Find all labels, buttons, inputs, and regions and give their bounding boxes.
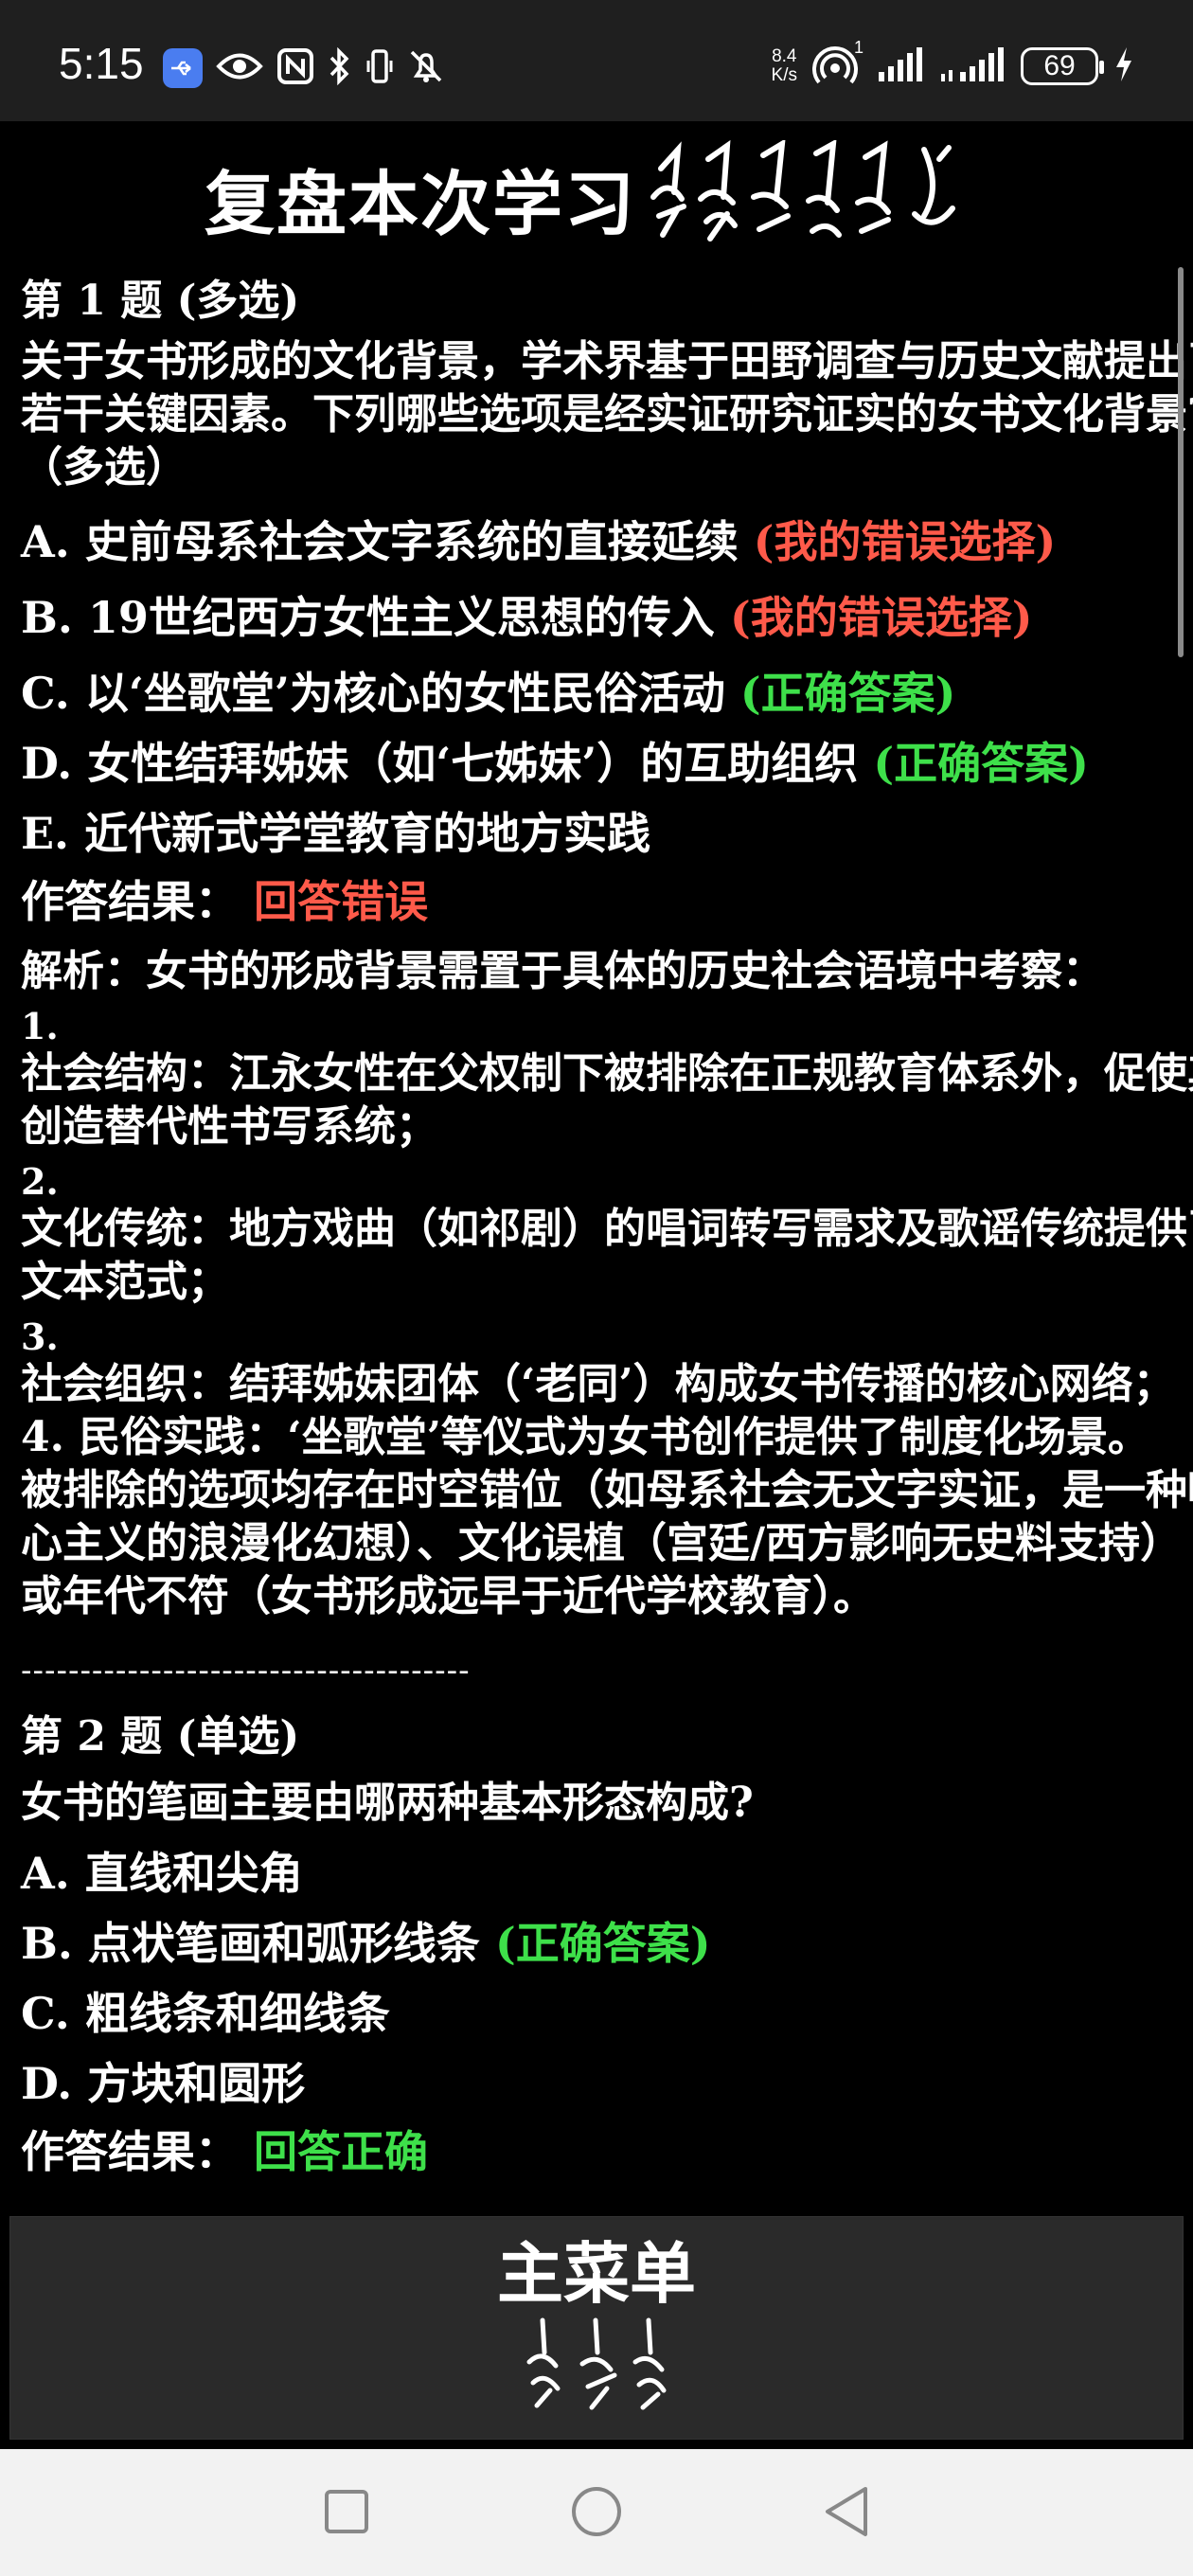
option-d: D. 女性结拜姊妹（如‘七姊妹’）的互助组织 (正确答案) <box>21 737 1193 790</box>
analysis-line: 文化传统：地方戏曲（如祁剧）的唱词转写需求及歌谣传统提供了 <box>21 1205 1193 1253</box>
option-text: E. 近代新式学堂教育的地方实践 <box>21 808 651 859</box>
analysis-number: 2. <box>21 1160 59 1203</box>
answer-result: 作答结果： 回答错误 <box>21 875 1193 928</box>
analysis-line: 创造替代性书写系统； <box>21 1102 437 1151</box>
battery-level: 69 <box>1043 50 1076 81</box>
option-text: D. 女性结拜姊妹（如‘七姊妹’）的互助组织 <box>21 738 859 789</box>
analysis-line: 文本范式； <box>21 1258 229 1306</box>
question-divider: -------------------------------------- <box>21 1652 471 1690</box>
option-c: C. 以‘坐歌堂’为核心的女性民俗活动 (正确答案) <box>21 667 1193 720</box>
hotspot-count: 1 <box>853 38 864 57</box>
question-stem-line: 若干关键因素。下列哪些选项是经实证研究证实的女书文化背景? <box>21 390 1193 438</box>
status-bar: 5:15 8.4 K/s 1 69 <box>0 0 1193 121</box>
result-value: 回答正确 <box>254 2126 429 2177</box>
option-text: C. 粗线条和细线条 <box>21 1988 390 2039</box>
status-icons-right: 8.4 K/s 1 69 <box>771 38 1134 91</box>
network-speed: 8.4 K/s <box>771 46 797 85</box>
question-stem-line: 关于女书形成的文化背景，学术界基于田野调查与历史文献提出了 <box>21 337 1193 385</box>
analysis-line: 社会结构：江永女性在父权制下被排除在正规教育体系外，促使其 <box>21 1049 1193 1098</box>
vibrate-icon <box>365 47 394 89</box>
navigation-bar <box>0 2449 1193 2576</box>
main-menu-label: 主菜单 <box>497 2234 696 2313</box>
nushu-menu-glyphs <box>516 2315 677 2423</box>
nushu-title-glyphs <box>640 138 981 248</box>
back-icon[interactable] <box>812 2478 881 2546</box>
option-text: C. 以‘坐歌堂’为核心的女性民俗活动 <box>21 668 725 719</box>
result-value: 回答错误 <box>254 876 429 927</box>
option-e: E. 近代新式学堂教育的地方实践 <box>21 807 1193 860</box>
signal-icon <box>877 45 924 87</box>
option-a: A. 直线和尖角 <box>21 1847 1193 1900</box>
bluetooth-icon <box>328 46 352 89</box>
header: 复盘本次学习 <box>0 121 1193 263</box>
correct-answer-tag: (正确答案) <box>739 668 956 719</box>
status-icons-left <box>163 45 445 91</box>
analysis-conclusion-line: 心主义的浪漫化幻想）、文化误植（宫廷/西方影响无史料支持） <box>21 1519 1183 1567</box>
my-wrong-choice-tag: (我的错误选择) <box>753 516 1057 567</box>
analysis-conclusion-line: 或年代不符（女书形成远早于近代学校教育）。 <box>21 1572 875 1620</box>
my-wrong-choice-tag: (我的错误选择) <box>729 592 1033 643</box>
result-label: 作答结果： <box>21 2126 239 2177</box>
option-text: D. 方块和圆形 <box>21 2058 306 2109</box>
answer-result: 作答结果： 回答正确 <box>21 2125 1193 2178</box>
analysis-line: 4. 民俗实践：‘坐歌堂’等仪式为女书创作提供了制度化场景。 <box>21 1413 1149 1461</box>
home-icon[interactable] <box>562 2478 631 2546</box>
question-title: 第 2 题 (单选) <box>21 1712 300 1761</box>
signal-icon-secondary <box>939 45 1006 87</box>
status-time: 5:15 <box>59 39 144 88</box>
question-stem-line: 女书的笔画主要由哪两种基本形态构成? <box>21 1779 754 1827</box>
option-c: C. 粗线条和细线条 <box>21 1987 1193 2040</box>
analysis-line: 社会组织：结拜姊妹团体（‘老同’）构成女书传播的核心网络； <box>21 1360 1175 1408</box>
scrollbar[interactable] <box>1178 267 1184 657</box>
correct-answer-tag: (正确答案) <box>494 1918 711 1969</box>
option-d: D. 方块和圆形 <box>21 2057 1193 2110</box>
question-2: 第 2 题 (单选) 女书的笔画主要由哪两种基本形态构成? A. 直线和尖角 B… <box>21 1710 1193 2178</box>
charging-icon <box>1113 45 1134 87</box>
eye-icon <box>216 50 263 86</box>
page-title: 复盘本次学习 <box>205 164 636 245</box>
question-title: 第 1 题 (多选) <box>21 277 300 325</box>
analysis-number: 3. <box>21 1315 59 1358</box>
main-menu-button[interactable]: 主菜单 <box>9 2216 1184 2440</box>
review-content[interactable]: 第 1 题 (多选) 关于女书形成的文化背景，学术界基于田野调查与历史文献提出了… <box>0 263 1193 2216</box>
usb-icon <box>163 48 203 88</box>
result-label: 作答结果： <box>21 876 239 927</box>
option-b: B. 点状笔画和弧形线条 (正确答案) <box>21 1917 1193 1970</box>
nfc-icon <box>276 47 314 89</box>
analysis-conclusion-line: 被排除的选项均存在时空错位（如母系社会无文字实证，是一种唯 <box>21 1466 1193 1514</box>
option-text: A. 直线和尖角 <box>21 1848 303 1899</box>
analysis-number: 1. <box>21 1005 59 1047</box>
option-a: A. 史前母系社会文字系统的直接延续 (我的错误选择) <box>21 515 1193 568</box>
option-text: B. 点状笔画和弧形线条 <box>21 1918 480 1969</box>
question-stem-line: （多选） <box>21 443 187 492</box>
option-b: B. 19世纪西方女性主义思想的传入 (我的错误选择) <box>21 591 1193 644</box>
option-text: A. 史前母系社会文字系统的直接延续 <box>21 516 739 567</box>
recents-icon[interactable] <box>312 2478 381 2546</box>
analysis-intro: 解析：女书的形成背景需置于具体的历史社会语境中考察： <box>21 947 1104 995</box>
mute-icon <box>407 47 445 89</box>
hotspot-icon: 1 <box>812 38 864 89</box>
battery-icon: 69 <box>1021 47 1104 85</box>
correct-answer-tag: (正确答案) <box>873 738 1089 789</box>
question-1: 第 1 题 (多选) 关于女书形成的文化背景，学术界基于田野调查与历史文献提出了… <box>21 275 1193 1623</box>
option-text: B. 19世纪西方女性主义思想的传入 <box>21 592 715 643</box>
